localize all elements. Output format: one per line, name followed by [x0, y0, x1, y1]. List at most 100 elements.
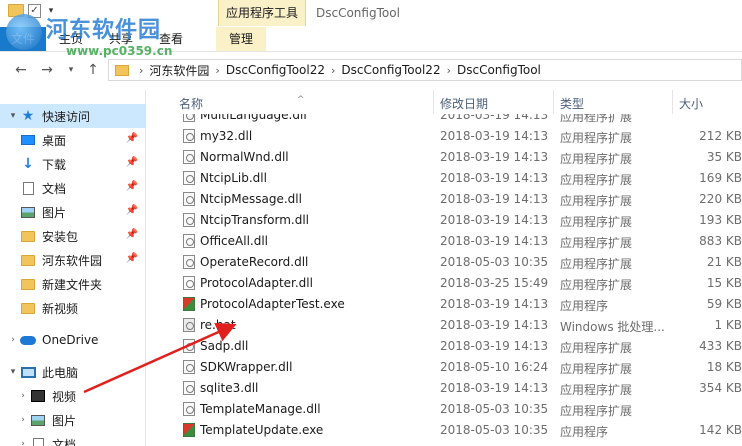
quick-access-toolbar: ✓ ▾	[8, 4, 57, 18]
download-icon: ↓	[22, 156, 34, 172]
nav-item-new-video[interactable]: 新视频	[0, 296, 146, 320]
file-row[interactable]: MultiLanguage.dll 2018-03-19 14:13 应用程序扩展	[147, 114, 742, 126]
column-header-row: ^ 名称 修改日期 类型 大小	[147, 90, 742, 114]
file-row[interactable]: NtcipLib.dll 2018-03-19 14:13 应用程序扩展 169 KB	[147, 168, 742, 189]
file-type: 应用程序扩展	[560, 173, 633, 187]
nav-item-documents[interactable]: 文档 📌	[0, 176, 146, 200]
file-date: 2018-03-19 14:13	[440, 171, 549, 185]
breadcrumb-item[interactable]: 河东软件园	[149, 62, 209, 79]
nav-item-pc-pictures[interactable]: › 图片	[0, 408, 146, 432]
folder-icon[interactable]	[8, 4, 24, 17]
file-type: 应用程序扩展	[560, 236, 633, 250]
chevron-right-icon[interactable]: ›	[6, 335, 20, 345]
nav-item-onedrive[interactable]: › OneDrive	[0, 328, 146, 352]
nav-item-new-folder[interactable]: 新建文件夹	[0, 272, 146, 296]
file-name: NtcipMessage.dll	[200, 192, 302, 206]
nav-item-videos[interactable]: › 视频	[0, 384, 146, 408]
file-row[interactable]: NtcipMessage.dll 2018-03-19 14:13 应用程序扩展 22…	[147, 189, 742, 210]
forward-arrow-icon[interactable]: →	[38, 61, 56, 79]
file-name: ProtocolAdapter.dll	[200, 276, 313, 290]
nav-item-pictures[interactable]: 图片 📌	[0, 200, 146, 224]
file-row[interactable]: Sadp.dll 2018-03-19 14:13 应用程序扩展 433 KB	[147, 336, 742, 357]
file-row[interactable]: TemplateUpdate.exe 2018-05-03 10:35 应用程序 14…	[147, 420, 742, 441]
file-row[interactable]: NormalWnd.dll 2018-03-19 14:13 应用程序扩展 35 KB	[147, 147, 742, 168]
file-row[interactable]: NtcipTransform.dll 2018-03-19 14:13 应用程序扩展…	[147, 210, 742, 231]
nav-item-label: 新视频	[42, 301, 79, 316]
file-size: 142 KB	[699, 423, 742, 437]
dll-file-icon	[183, 234, 195, 248]
chevron-down-icon[interactable]: ▾	[6, 111, 20, 121]
address-row: ← → ▾ ↑ › 河东软件园 › DscConfigTool22 › DscC…	[0, 56, 742, 84]
chevron-right-icon[interactable]: ›	[331, 64, 335, 77]
up-arrow-icon[interactable]: ↑	[84, 61, 102, 79]
chevron-right-icon[interactable]: ›	[215, 64, 219, 77]
chevron-right-icon[interactable]: ›	[16, 439, 30, 446]
desktop-icon	[20, 133, 36, 147]
context-tab-application-tools[interactable]: 应用程序工具	[218, 0, 306, 26]
nav-item-quick-access[interactable]: ▾ ★ 快速访问	[0, 104, 146, 128]
column-header-type[interactable]: 类型	[560, 95, 584, 112]
breadcrumb-item[interactable]: DscConfigTool22	[226, 63, 325, 77]
column-header-size[interactable]: 大小	[679, 95, 703, 112]
column-header-name[interactable]: 名称	[179, 95, 203, 112]
pin-icon[interactable]: 📌	[126, 181, 138, 192]
file-date: 2018-03-19 14:13	[440, 297, 549, 311]
file-row[interactable]: re.bat 2018-03-19 14:13 Windows 批处理... 1 KB	[147, 315, 742, 336]
nav-item-pc-documents[interactable]: › 文档	[0, 432, 146, 446]
tab-manage[interactable]: 管理	[216, 27, 267, 51]
pin-icon[interactable]: 📌	[126, 205, 138, 216]
recent-locations-chevron-icon[interactable]: ▾	[62, 61, 80, 79]
file-name: sqlite3.dll	[200, 381, 259, 395]
back-arrow-icon[interactable]: ←	[12, 61, 30, 79]
nav-item-label: 图片	[42, 205, 67, 220]
breadcrumb-item[interactable]: DscConfigTool	[457, 63, 541, 77]
column-divider[interactable]	[433, 90, 434, 114]
pin-icon[interactable]: 📌	[126, 229, 138, 240]
pin-icon[interactable]: 📌	[126, 133, 138, 144]
tab-view[interactable]: 查看	[146, 27, 196, 51]
nav-item-this-pc[interactable]: ▾ 此电脑	[0, 360, 146, 384]
chevron-down-icon[interactable]: ▾	[45, 4, 57, 18]
computer-icon	[20, 365, 36, 379]
file-row[interactable]: TemplateManage.dll 2018-05-03 10:35 应用程序扩展	[147, 399, 742, 420]
file-row[interactable]: SDKWrapper.dll 2018-05-10 16:24 应用程序扩展 18 K…	[147, 357, 742, 378]
column-divider[interactable]	[553, 90, 554, 114]
chevron-right-icon[interactable]: ›	[16, 415, 30, 425]
column-divider[interactable]	[672, 90, 673, 114]
breadcrumb-item[interactable]: DscConfigTool22	[341, 63, 440, 77]
file-row[interactable]: ProtocolAdapter.dll 2018-03-25 15:49 应用程序扩…	[147, 273, 742, 294]
file-date: 2018-03-19 14:13	[440, 192, 549, 206]
file-size: 21 KB	[706, 255, 742, 269]
nav-item-downloads[interactable]: ↓ 下载 📌	[0, 152, 146, 176]
file-size: 59 KB	[706, 297, 742, 311]
dll-file-icon	[183, 150, 195, 164]
file-row[interactable]: my32.dll 2018-03-19 14:13 应用程序扩展 212 KB	[147, 126, 742, 147]
tab-home[interactable]: 主页	[46, 27, 96, 51]
dll-file-icon	[183, 114, 195, 122]
chevron-right-icon[interactable]: ›	[16, 391, 30, 401]
nav-item-hedong[interactable]: 河东软件园 📌	[0, 248, 146, 272]
folder-icon	[20, 229, 36, 243]
pin-icon[interactable]: 📌	[126, 157, 138, 168]
ribbon: ✓ ▾ 应用程序工具 DscConfigTool 文件 主页 共享 查看 管理	[0, 0, 742, 52]
tab-share[interactable]: 共享	[96, 27, 146, 51]
tab-file[interactable]: 文件	[0, 27, 46, 51]
nav-item-desktop[interactable]: 桌面 📌	[0, 128, 146, 152]
file-row[interactable]: OfficeAll.dll 2018-03-19 14:13 应用程序扩展 883 K…	[147, 231, 742, 252]
file-type: 应用程序	[560, 425, 609, 439]
column-header-date[interactable]: 修改日期	[440, 95, 488, 112]
chevron-right-icon[interactable]: ›	[447, 64, 451, 77]
nav-item-installers[interactable]: 安装包 📌	[0, 224, 146, 248]
address-bar[interactable]: › 河东软件园 › DscConfigTool22 › DscConfigToo…	[108, 59, 742, 81]
document-icon	[20, 181, 36, 195]
file-row[interactable]: sqlite3.dll 2018-03-19 14:13 应用程序扩展 354 KB	[147, 378, 742, 399]
file-row[interactable]: ProtocolAdapterTest.exe 2018-03-19 14:13 应…	[147, 294, 742, 315]
chevron-right-icon[interactable]: ›	[139, 64, 143, 77]
chevron-down-icon[interactable]: ▾	[6, 367, 20, 377]
properties-icon[interactable]: ✓	[28, 4, 41, 18]
pin-icon[interactable]: 📌	[126, 253, 138, 264]
navigation-pane: ▾ ★ 快速访问 桌面 📌 ↓ 下载 📌 文档 📌 图片 📌 安装包 📌 河东软…	[0, 90, 146, 446]
file-name: re.bat	[200, 318, 236, 332]
file-name: OfficeAll.dll	[200, 234, 269, 248]
file-row[interactable]: OperateRecord.dll 2018-05-03 10:35 应用程序扩展 2…	[147, 252, 742, 273]
